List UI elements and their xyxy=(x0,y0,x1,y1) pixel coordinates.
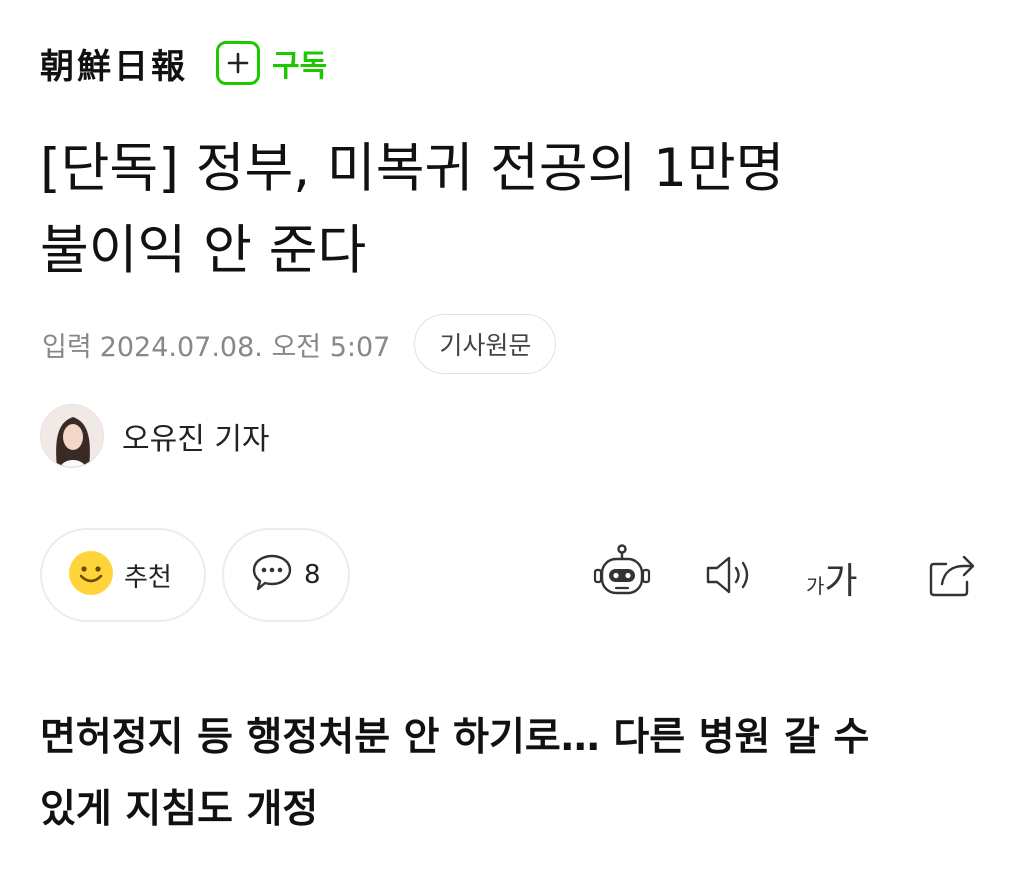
share-icon[interactable] xyxy=(926,550,978,604)
article-meta: 입력 2024.07.08. 오전 5:07 기사원문 xyxy=(42,314,557,374)
comment-button[interactable]: 8 xyxy=(222,528,350,622)
reporter-avatar[interactable] xyxy=(40,404,104,468)
subscribe-button[interactable]: 구독 xyxy=(216,41,327,85)
smiley-icon xyxy=(68,550,114,600)
speech-bubble-icon xyxy=(250,551,294,599)
recommend-button[interactable]: 추천 xyxy=(40,528,206,622)
speaker-icon[interactable] xyxy=(704,553,758,601)
font-size-small-glyph: 가 xyxy=(806,574,825,598)
article-subtitle: 면허정지 등 행정처분 안 하기로… 다른 병원 갈 수 있게 지침도 개정 xyxy=(40,702,1000,846)
article-subtitle-line-1: 면허정지 등 행정처분 안 하기로… 다른 병원 갈 수 xyxy=(40,715,870,760)
article-title-line-1: [단독] 정부, 미복귀 전공의 1만명 xyxy=(40,138,785,199)
plus-icon xyxy=(216,41,260,85)
font-size-button[interactable]: 가 가 xyxy=(806,552,858,604)
comment-count: 8 xyxy=(304,560,321,590)
article-title-line-2: 불이익 안 준다 xyxy=(40,220,367,281)
article-subtitle-line-2: 있게 지침도 개정 xyxy=(40,787,319,832)
reaction-bar: 추천 8 xyxy=(40,528,350,622)
byline[interactable]: 오유진 기자 xyxy=(40,404,270,468)
recommend-label: 추천 xyxy=(124,562,172,593)
article-title: [단독] 정부, 미복귀 전공의 1만명 불이익 안 준다 xyxy=(40,128,990,292)
subscribe-label: 구독 xyxy=(272,49,328,84)
reporter-name[interactable]: 오유진 기자 xyxy=(122,414,270,458)
date-label: 입력 xyxy=(42,331,92,363)
font-size-large-glyph: 가 xyxy=(824,561,858,602)
robot-summary-icon[interactable] xyxy=(592,544,652,606)
publish-date: 2024.07.08. 오전 5:07 xyxy=(99,331,391,363)
masthead: 朝鮮日報 구독 xyxy=(40,36,327,90)
original-article-button[interactable]: 기사원문 xyxy=(414,314,557,374)
press-logo[interactable]: 朝鮮日報 xyxy=(40,39,188,88)
